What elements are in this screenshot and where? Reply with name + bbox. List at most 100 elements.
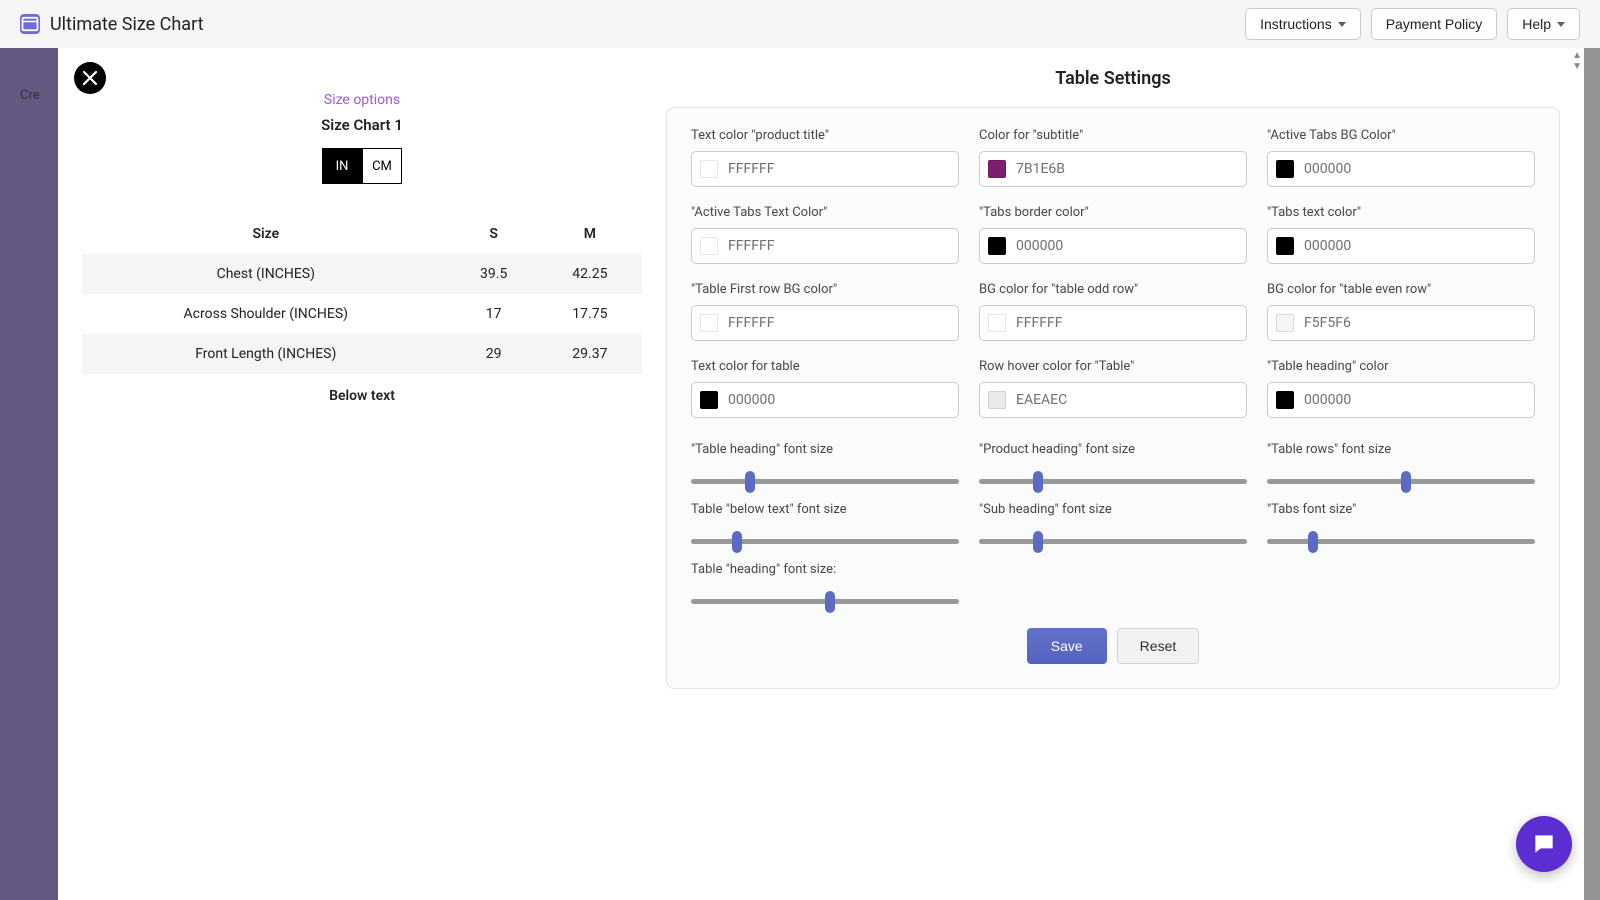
color-input[interactable]: EAEAEC — [979, 382, 1247, 418]
color-input[interactable]: FFFFFF — [691, 151, 959, 187]
color-input[interactable]: 000000 — [979, 228, 1247, 264]
slider-track — [1267, 539, 1535, 544]
slider[interactable] — [1267, 525, 1535, 544]
color-swatch — [700, 314, 718, 332]
slider-thumb[interactable] — [745, 471, 755, 493]
color-value: FFFFFF — [1016, 315, 1062, 331]
color-input[interactable]: F5F5F6 — [1267, 305, 1535, 341]
field-label: "Table rows" font size — [1267, 442, 1535, 457]
field-label: "Tabs border color" — [979, 205, 1247, 220]
slider-thumb[interactable] — [732, 531, 742, 553]
save-button[interactable]: Save — [1027, 628, 1107, 664]
table-cell: Front Length (INCHES) — [82, 334, 450, 374]
slider[interactable] — [691, 465, 959, 484]
color-input[interactable]: 000000 — [691, 382, 959, 418]
slider[interactable] — [979, 525, 1247, 544]
color-swatch — [1276, 160, 1294, 178]
color-field: Row hover color for "Table" EAEAEC — [979, 359, 1247, 418]
color-swatch — [1276, 237, 1294, 255]
slider-thumb[interactable] — [1308, 531, 1318, 553]
slider-thumb[interactable] — [825, 591, 835, 613]
color-input[interactable]: FFFFFF — [691, 305, 959, 341]
color-value: FFFFFF — [728, 161, 774, 177]
table-cell: Chest (INCHES) — [82, 254, 450, 294]
payment-policy-label: Payment Policy — [1386, 16, 1482, 32]
color-field: "Tabs text color" 000000 — [1267, 205, 1535, 264]
payment-policy-button[interactable]: Payment Policy — [1371, 8, 1497, 40]
color-grid: Text color "product title" FFFFFF Color fo… — [691, 128, 1535, 418]
slider-field: Table "below text" font size — [691, 502, 959, 544]
scroll-arrows: ▲▼ — [1572, 50, 1582, 72]
size-options-link[interactable]: Size options — [82, 92, 642, 108]
field-label: Text color for table — [691, 359, 959, 374]
chat-button[interactable] — [1516, 816, 1572, 872]
instructions-button[interactable]: Instructions — [1245, 8, 1361, 40]
color-value: F5F5F6 — [1304, 315, 1351, 331]
modal-inner: Size options Size Chart 1 IN CM Size S M… — [58, 48, 1584, 729]
color-swatch — [988, 391, 1006, 409]
field-label: "Tabs text color" — [1267, 205, 1535, 220]
settings-panel: Table Settings Text color "product title… — [666, 68, 1560, 689]
color-field: Text color "product title" FFFFFF — [691, 128, 959, 187]
table-header: M — [538, 214, 642, 254]
field-label: Table "heading" font size: — [691, 562, 959, 577]
chart-title: Size Chart 1 — [82, 116, 642, 134]
slider-track — [691, 479, 959, 484]
slider-field: "Product heading" font size — [979, 442, 1247, 484]
color-input[interactable]: 7B1E6B — [979, 151, 1247, 187]
underlay-text: Cre — [20, 88, 40, 103]
slider[interactable] — [1267, 465, 1535, 484]
slider-thumb[interactable] — [1033, 471, 1043, 493]
color-field: "Active Tabs Text Color" FFFFFF — [691, 205, 959, 264]
table-cell: 17.75 — [538, 294, 642, 334]
settings-modal: ▲▼ Size options Size Chart 1 IN CM Size … — [58, 48, 1584, 900]
field-label: "Active Tabs Text Color" — [691, 205, 959, 220]
topbar-right: Instructions Payment Policy Help — [1245, 8, 1580, 40]
slider[interactable] — [691, 525, 959, 544]
table-header: S — [450, 214, 538, 254]
table-cell: 29.37 — [538, 334, 642, 374]
color-input[interactable]: 000000 — [1267, 228, 1535, 264]
slider-grid: "Table heading" font size"Product headin… — [691, 442, 1535, 604]
color-value: FFFFFF — [728, 238, 774, 254]
color-value: 7B1E6B — [1016, 161, 1065, 177]
table-header: Size — [82, 214, 450, 254]
color-value: EAEAEC — [1016, 392, 1067, 408]
instructions-label: Instructions — [1260, 16, 1332, 32]
color-field: "Tabs border color" 000000 — [979, 205, 1247, 264]
app-logo-icon — [20, 14, 40, 34]
color-value: 000000 — [1304, 392, 1351, 408]
close-button[interactable] — [74, 62, 106, 94]
color-input[interactable]: FFFFFF — [979, 305, 1247, 341]
field-label: Row hover color for "Table" — [979, 359, 1247, 374]
color-field: BG color for "table even row"F5F5F6 — [1267, 282, 1535, 341]
color-input[interactable]: 000000 — [1267, 151, 1535, 187]
color-field: BG color for "table odd row"FFFFFF — [979, 282, 1247, 341]
size-table: Size S M Chest (INCHES) 39.5 42.25 Acros… — [82, 214, 642, 374]
field-label: "Table First row BG color" — [691, 282, 959, 297]
underlay-sidebar — [0, 48, 58, 900]
unit-cm-tab[interactable]: CM — [362, 148, 402, 184]
color-input[interactable]: FFFFFF — [691, 228, 959, 264]
reset-button[interactable]: Reset — [1117, 628, 1200, 664]
slider-thumb[interactable] — [1401, 471, 1411, 493]
color-swatch — [1276, 391, 1294, 409]
slider-field: "Tabs font size" — [1267, 502, 1535, 544]
table-cell: 17 — [450, 294, 538, 334]
color-swatch — [988, 314, 1006, 332]
below-text: Below text — [82, 388, 642, 404]
color-value: FFFFFF — [728, 315, 774, 331]
slider[interactable] — [979, 465, 1247, 484]
slider-thumb[interactable] — [1033, 531, 1043, 553]
unit-in-tab[interactable]: IN — [322, 148, 362, 184]
slider-field: Table "heading" font size: — [691, 562, 959, 604]
color-field: Text color for table 000000 — [691, 359, 959, 418]
field-label: "Table heading" color — [1267, 359, 1535, 374]
color-input[interactable]: 000000 — [1267, 382, 1535, 418]
slider[interactable] — [691, 585, 959, 604]
field-label: Color for "subtitle" — [979, 128, 1247, 143]
color-value: 000000 — [728, 392, 775, 408]
field-label: Text color "product title" — [691, 128, 959, 143]
settings-actions: Save Reset — [691, 628, 1535, 664]
help-button[interactable]: Help — [1507, 8, 1580, 40]
